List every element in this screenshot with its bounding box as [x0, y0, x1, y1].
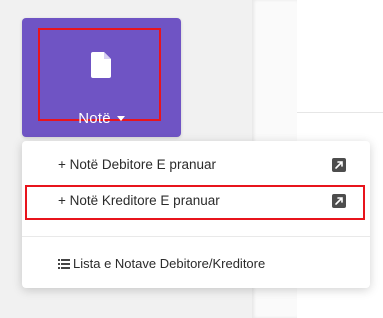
- caret-down-icon: [116, 115, 125, 121]
- note-button-label-row: Notë: [22, 110, 181, 128]
- external-link-icon[interactable]: [332, 194, 346, 208]
- external-link-icon[interactable]: [332, 158, 346, 172]
- menu-item-label: + Notë Debitore E pranuar: [58, 157, 216, 172]
- menu-divider: [22, 236, 370, 237]
- background-line: [297, 112, 383, 113]
- menu-item-label: Lista e Notave Debitore/Kreditore: [73, 256, 266, 271]
- note-menu-button[interactable]: Notë: [22, 18, 181, 137]
- document-icon: [91, 52, 111, 78]
- list-icon: [58, 258, 70, 269]
- menu-item-debit-note[interactable]: + Notë Debitore E pranuar: [22, 150, 370, 180]
- menu-item-label-row: Lista e Notave Debitore/Kreditore: [58, 249, 265, 279]
- menu-item-credit-note[interactable]: + Notë Kreditore E pranuar: [22, 186, 370, 216]
- menu-item-notes-list[interactable]: Lista e Notave Debitore/Kreditore: [22, 249, 370, 279]
- note-button-label: Notë: [78, 110, 111, 127]
- menu-item-label: + Notë Kreditore E pranuar: [58, 193, 220, 208]
- note-dropdown-menu: + Notë Debitore E pranuar + Notë Kredito…: [22, 141, 370, 288]
